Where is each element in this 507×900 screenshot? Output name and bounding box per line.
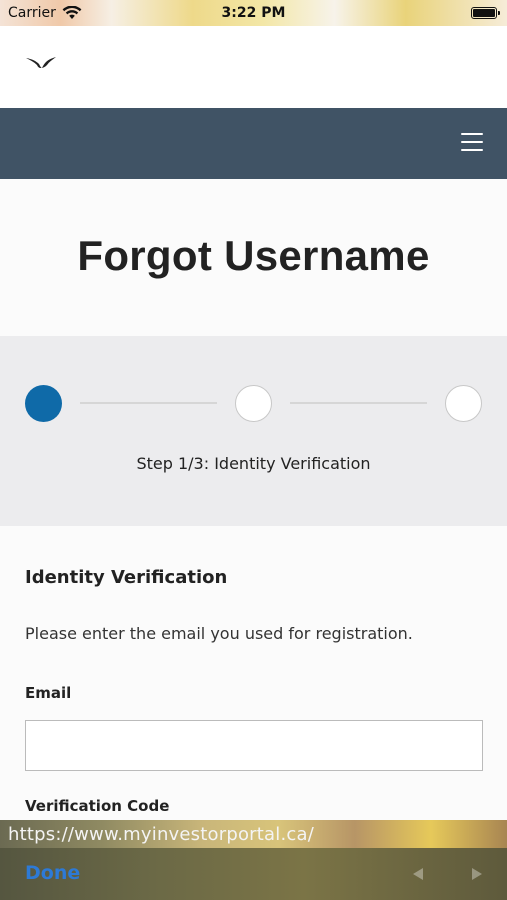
next-arrow-icon[interactable] — [472, 868, 482, 880]
progress-stepper: Step 1/3: Identity Verification — [0, 336, 507, 526]
verification-code-label: Verification Code — [25, 797, 170, 815]
url-strip: https://www.myinvestorportal.ca/ — [0, 820, 507, 848]
email-label: Email — [25, 684, 72, 702]
status-bar: Carrier 3:22 PM — [0, 0, 507, 26]
done-button[interactable]: Done — [25, 862, 80, 884]
bird-logo-icon[interactable] — [25, 55, 57, 69]
logo-bar — [0, 26, 507, 108]
instruction-text: Please enter the email you used for regi… — [25, 624, 413, 643]
prev-arrow-icon[interactable] — [413, 868, 423, 880]
email-field[interactable] — [25, 720, 483, 771]
page-title: Forgot Username — [77, 232, 430, 279]
keyboard-toolbar: Done — [0, 848, 507, 900]
step-connector-1 — [80, 402, 217, 404]
hamburger-menu-icon[interactable] — [461, 133, 483, 151]
step-3-indicator — [445, 385, 482, 422]
status-time: 3:22 PM — [221, 5, 286, 21]
nav-bar — [0, 108, 507, 179]
section-title: Identity Verification — [25, 567, 228, 588]
step-1-indicator — [25, 385, 62, 422]
title-area: Forgot Username — [0, 179, 507, 336]
step-connector-2 — [290, 402, 427, 404]
url-text: https://www.myinvestorportal.ca/ — [8, 824, 314, 845]
step-2-indicator — [235, 385, 272, 422]
step-label: Step 1/3: Identity Verification — [136, 454, 371, 473]
battery-icon — [471, 7, 500, 19]
